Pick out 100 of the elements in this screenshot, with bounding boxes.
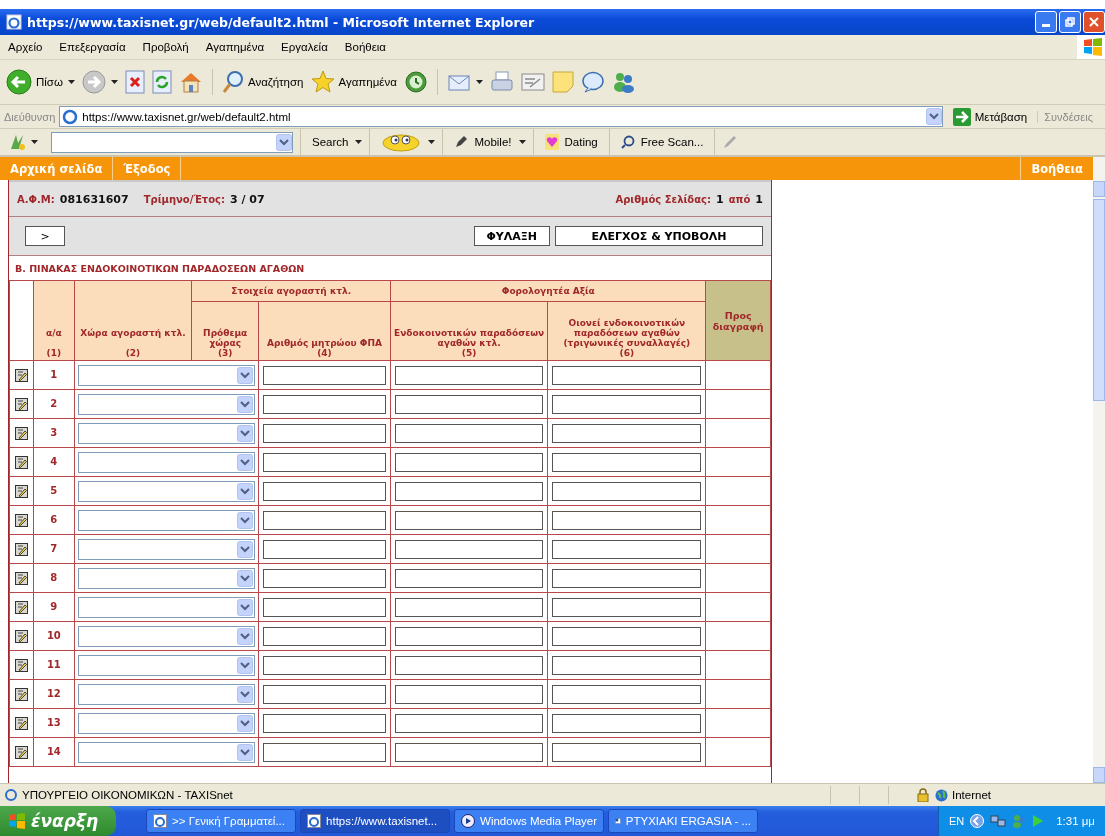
caret-icon[interactable] — [518, 140, 526, 144]
toolbar-button[interactable]: Free Scan... — [616, 135, 708, 149]
toolbar-button[interactable]: Search — [308, 136, 353, 148]
network-icon[interactable] — [990, 814, 1007, 828]
search-field[interactable] — [51, 131, 293, 153]
submit-button[interactable]: ΕΛΕΓΧΟΣ & ΥΠΟΒΟΛΗ — [555, 226, 763, 246]
menu-item[interactable]: Επεξεργασία — [59, 41, 126, 53]
country-select[interactable] — [77, 741, 255, 763]
country-select[interactable] — [77, 480, 255, 502]
vat-number-field[interactable] — [262, 597, 386, 617]
edit-icon[interactable] — [15, 745, 29, 759]
history-clock-icon[interactable] — [403, 70, 428, 94]
amount-field[interactable] — [552, 365, 702, 385]
save-button[interactable]: ΦΥΛΑΞΗ — [473, 226, 550, 246]
edit-icon[interactable] — [15, 658, 29, 672]
amount-field[interactable] — [395, 568, 544, 588]
restore-button[interactable] — [1059, 11, 1081, 33]
toolbar-button[interactable]: Dating — [540, 134, 602, 150]
amount-field[interactable] — [395, 684, 544, 704]
star-icon[interactable] — [310, 70, 335, 94]
amount-field[interactable] — [552, 481, 702, 501]
dropdown-icon[interactable] — [236, 714, 253, 732]
amount-field[interactable] — [395, 423, 544, 443]
edit-icon[interactable] — [15, 600, 29, 614]
amount-field[interactable] — [552, 742, 702, 762]
address-field[interactable]: https://www.taxisnet.gr/web/default2.html — [59, 106, 943, 127]
dropdown-icon[interactable] — [236, 569, 253, 587]
speech-bubble-icon[interactable] — [580, 71, 605, 93]
dropdown-icon[interactable] — [236, 540, 253, 558]
vat-number-field[interactable] — [262, 684, 386, 704]
dropdown-icon[interactable] — [236, 598, 253, 616]
dropdown-icon[interactable] — [236, 395, 253, 413]
menu-item[interactable]: Προβολή — [142, 41, 189, 53]
caret-icon[interactable] — [355, 140, 363, 144]
amount-field[interactable] — [395, 481, 544, 501]
toolbar-button[interactable]: Πίσω — [6, 69, 63, 95]
edit-icon[interactable] — [15, 571, 29, 585]
vat-number-field[interactable] — [262, 481, 386, 501]
edit-icon[interactable] — [15, 455, 29, 469]
dropdown-icon[interactable] — [236, 627, 253, 645]
start-button[interactable]: έναρξη — [0, 806, 117, 836]
amount-field[interactable] — [552, 713, 702, 733]
search-icon[interactable] — [221, 70, 244, 94]
vat-number-field[interactable] — [262, 742, 386, 762]
amount-field[interactable] — [552, 539, 702, 559]
close-button[interactable] — [1083, 11, 1105, 33]
amount-field[interactable] — [552, 655, 702, 675]
dropdown-icon[interactable] — [236, 743, 253, 761]
vat-number-field[interactable] — [262, 452, 386, 472]
amount-field[interactable] — [395, 626, 544, 646]
dropdown-icon[interactable] — [276, 133, 292, 151]
printer-icon[interactable] — [489, 71, 514, 93]
amount-field[interactable] — [395, 655, 544, 675]
refresh-icon[interactable] — [151, 70, 172, 94]
edit-icon[interactable] — [15, 513, 29, 527]
edit-icon[interactable] — [15, 426, 29, 440]
amount-field[interactable] — [395, 365, 544, 385]
amount-field[interactable] — [552, 568, 702, 588]
country-select[interactable] — [77, 451, 255, 473]
edit-icon[interactable] — [15, 397, 29, 411]
menu-item[interactable]: Εργαλεία — [281, 41, 328, 53]
country-select[interactable] — [77, 625, 255, 647]
vat-number-field[interactable] — [262, 539, 386, 559]
vat-number-field[interactable] — [262, 423, 386, 443]
amount-field[interactable] — [552, 597, 702, 617]
dropdown-icon[interactable] — [236, 482, 253, 500]
country-select[interactable] — [77, 422, 255, 444]
dropdown-icon[interactable] — [236, 366, 253, 384]
edit-icon[interactable] — [15, 484, 29, 498]
caret-icon[interactable] — [475, 80, 483, 84]
edit-icon[interactable] — [15, 687, 29, 701]
amount-field[interactable] — [552, 452, 702, 472]
taskbar-button[interactable]: PTYXIAKI ERGASIA - ... — [608, 809, 759, 833]
caret-icon[interactable] — [31, 140, 38, 144]
amount-field[interactable] — [552, 684, 702, 704]
taskbar-button[interactable]: https://www.taxisnet... — [300, 809, 451, 833]
amount-field[interactable] — [552, 423, 702, 443]
go-button[interactable]: Μετάβαση — [946, 107, 1034, 126]
scrollbar[interactable] — [1093, 157, 1105, 783]
edit-icon[interactable] — [15, 716, 29, 730]
caret-icon[interactable] — [110, 80, 118, 84]
dropdown-icon[interactable] — [925, 108, 942, 125]
vat-number-field[interactable] — [262, 655, 386, 675]
toolbar-button[interactable]: Αγαπημένα — [310, 70, 397, 94]
amount-field[interactable] — [395, 597, 544, 617]
edit-icon[interactable] — [15, 542, 29, 556]
amount-field[interactable] — [395, 394, 544, 414]
country-select[interactable] — [77, 393, 255, 415]
vat-number-field[interactable] — [262, 568, 386, 588]
country-select[interactable] — [77, 364, 255, 386]
amount-field[interactable] — [552, 626, 702, 646]
taskbar-button[interactable]: Windows Media Player — [454, 809, 605, 833]
country-select[interactable] — [77, 509, 255, 531]
dropdown-icon[interactable] — [236, 656, 253, 674]
vat-number-field[interactable] — [262, 394, 386, 414]
menu-item[interactable]: Αγαπημένα — [205, 41, 265, 53]
next-button[interactable]: > — [25, 226, 65, 246]
amount-field[interactable] — [552, 394, 702, 414]
dropdown-icon[interactable] — [236, 453, 253, 471]
toolbar-button[interactable]: Αναζήτηση — [221, 70, 304, 94]
